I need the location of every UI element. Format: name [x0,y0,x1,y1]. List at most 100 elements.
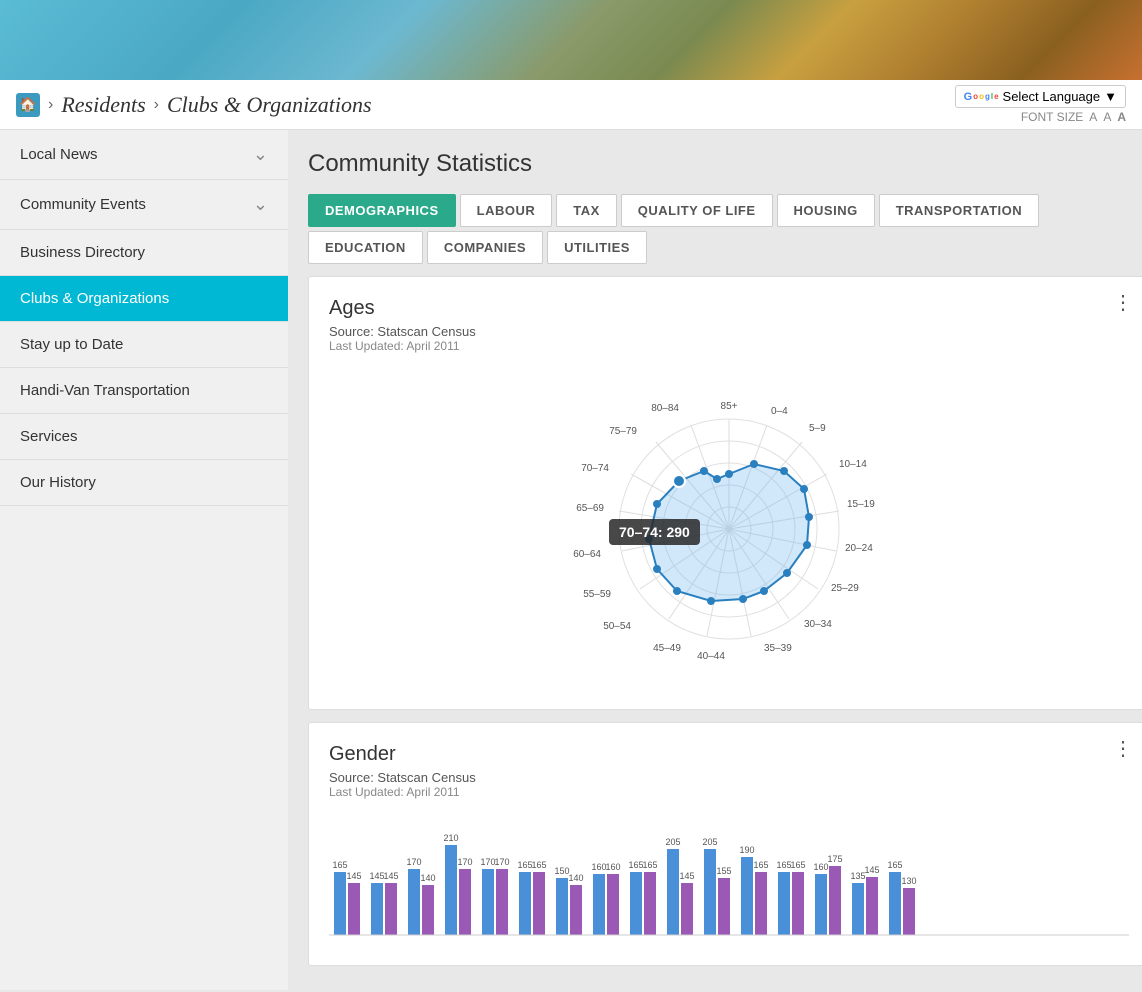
svg-text:135: 135 [850,871,865,881]
svg-text:190: 190 [739,845,754,855]
svg-text:150: 150 [554,866,569,876]
tab-transportation[interactable]: TRANSPORTATION [879,194,1039,227]
ages-chart-source: Source: Statscan Census [329,324,1129,339]
svg-text:165: 165 [332,860,347,870]
ages-chart-card: ⋮ Ages Source: Statscan Census Last Upda… [308,276,1142,710]
svg-text:30–34: 30–34 [804,619,832,630]
svg-text:165: 165 [887,860,902,870]
gender-chart-title: Gender [329,743,1129,766]
svg-text:155: 155 [716,866,731,876]
svg-text:165: 165 [628,860,643,870]
svg-text:170: 170 [457,857,472,867]
svg-text:50–54: 50–54 [603,621,631,632]
gender-bar-chart: 165 145 145 145 170 140 [329,815,1129,945]
svg-text:60–64: 60–64 [573,549,601,560]
svg-text:145: 145 [369,871,384,881]
sidebar-item-handi-van[interactable]: Handi-Van Transportation [0,368,288,414]
svg-text:20–24: 20–24 [845,543,873,554]
tab-labour[interactable]: LABOUR [460,194,553,227]
home-button[interactable]: 🏠 [16,93,40,117]
sidebar-label-handi-van: Handi-Van Transportation [20,382,190,399]
breadcrumb-residents[interactable]: Residents [61,92,145,118]
ages-chart-title: Ages [329,297,1129,320]
sidebar-label-local-news: Local News [20,146,98,163]
breadcrumb-sep-2: › [154,96,159,114]
tabs-row-2: EDUCATION COMPANIES UTILITIES [308,231,1142,264]
svg-text:40–44: 40–44 [697,651,725,662]
select-language-button[interactable]: Google Select Language ▼ [955,85,1126,108]
sidebar-item-our-history[interactable]: Our History [0,460,288,506]
tab-tax[interactable]: TAX [556,194,617,227]
svg-text:210: 210 [443,833,458,843]
svg-text:0–4: 0–4 [771,406,788,417]
svg-text:165: 165 [776,860,791,870]
svg-text:140: 140 [568,873,583,883]
font-size-small[interactable]: A [1089,110,1097,124]
svg-text:165: 165 [517,860,532,870]
svg-text:145: 145 [679,871,694,881]
banner-image [0,0,1142,80]
tab-quality-of-life[interactable]: QUALITY OF LIFE [621,194,773,227]
tab-demographics[interactable]: DEMOGRAPHICS [308,194,456,227]
svg-text:145: 145 [383,871,398,881]
sidebar-item-stay-up-to-date[interactable]: Stay up to Date [0,322,288,368]
tab-housing[interactable]: HOUSING [777,194,875,227]
sidebar-item-community-events[interactable]: Community Events ⌄ [0,180,288,230]
google-translate-icon: Google [964,91,999,103]
chevron-down-icon-local-news: ⌄ [253,144,268,165]
breadcrumb-sep-1: › [48,96,53,114]
svg-text:145: 145 [864,865,879,875]
chevron-down-icon-community-events: ⌄ [253,194,268,215]
gender-chart-more-button[interactable]: ⋮ [1113,739,1133,759]
font-size-large[interactable]: A [1117,110,1126,124]
gender-bar-svg: 165 145 145 145 170 140 [329,815,1129,945]
sidebar-label-our-history: Our History [20,474,96,491]
page-title: Community Statistics [308,150,1142,178]
tab-companies[interactable]: COMPANIES [427,231,543,264]
sidebar-label-community-events: Community Events [20,196,146,213]
svg-text:35–39: 35–39 [764,643,792,654]
sidebar: Local News ⌄ Community Events ⌄ Business… [0,130,288,990]
svg-text:170: 170 [494,857,509,867]
svg-text:85+: 85+ [721,401,738,412]
svg-text:140: 140 [420,873,435,883]
select-language-label: Select Language [1003,89,1101,104]
svg-text:10–14: 10–14 [839,459,867,470]
svg-text:160: 160 [605,862,620,872]
svg-text:45–49: 45–49 [653,643,681,654]
sidebar-item-clubs-organizations[interactable]: Clubs & Organizations [0,276,288,322]
svg-text:170: 170 [406,857,421,867]
sidebar-item-business-directory[interactable]: Business Directory [0,230,288,276]
svg-text:165: 165 [642,860,657,870]
topbar: 🏠 › Residents › Clubs & Organizations Go… [0,80,1142,130]
main-content: Community Statistics DEMOGRAPHICS LABOUR… [288,130,1142,990]
layout: Local News ⌄ Community Events ⌄ Business… [0,130,1142,990]
svg-text:205: 205 [702,837,717,847]
svg-text:165: 165 [531,860,546,870]
svg-text:170: 170 [480,857,495,867]
sidebar-item-services[interactable]: Services [0,414,288,460]
ages-radar-chart: 85+ 0–4 5–9 10–14 15–19 20–24 25–29 [329,369,1129,689]
ages-chart-updated: Last Updated: April 2011 [329,339,1129,353]
breadcrumb-clubs[interactable]: Clubs & Organizations [167,92,372,118]
svg-text:205: 205 [665,837,680,847]
radar-svg: 85+ 0–4 5–9 10–14 15–19 20–24 25–29 [539,379,919,679]
gender-chart-card: ⋮ Gender Source: Statscan Census Last Up… [308,722,1142,966]
svg-text:145: 145 [346,871,361,881]
svg-text:165: 165 [753,860,768,870]
svg-text:160: 160 [813,862,828,872]
ages-chart-more-button[interactable]: ⋮ [1113,293,1133,313]
select-language-chevron: ▼ [1104,89,1117,104]
svg-text:55–59: 55–59 [583,589,611,600]
tab-utilities[interactable]: UTILITIES [547,231,647,264]
font-size-controls: FONT SIZE A A A [1021,110,1126,124]
gender-chart-updated: Last Updated: April 2011 [329,785,1129,799]
tab-education[interactable]: EDUCATION [308,231,423,264]
svg-text:25–29: 25–29 [831,583,859,594]
svg-text:130: 130 [901,876,916,886]
svg-text:65–69: 65–69 [576,503,604,514]
svg-text:5–9: 5–9 [809,423,826,434]
topbar-right: Google Select Language ▼ FONT SIZE A A A [955,85,1126,124]
sidebar-item-local-news[interactable]: Local News ⌄ [0,130,288,180]
font-size-medium[interactable]: A [1103,110,1111,124]
